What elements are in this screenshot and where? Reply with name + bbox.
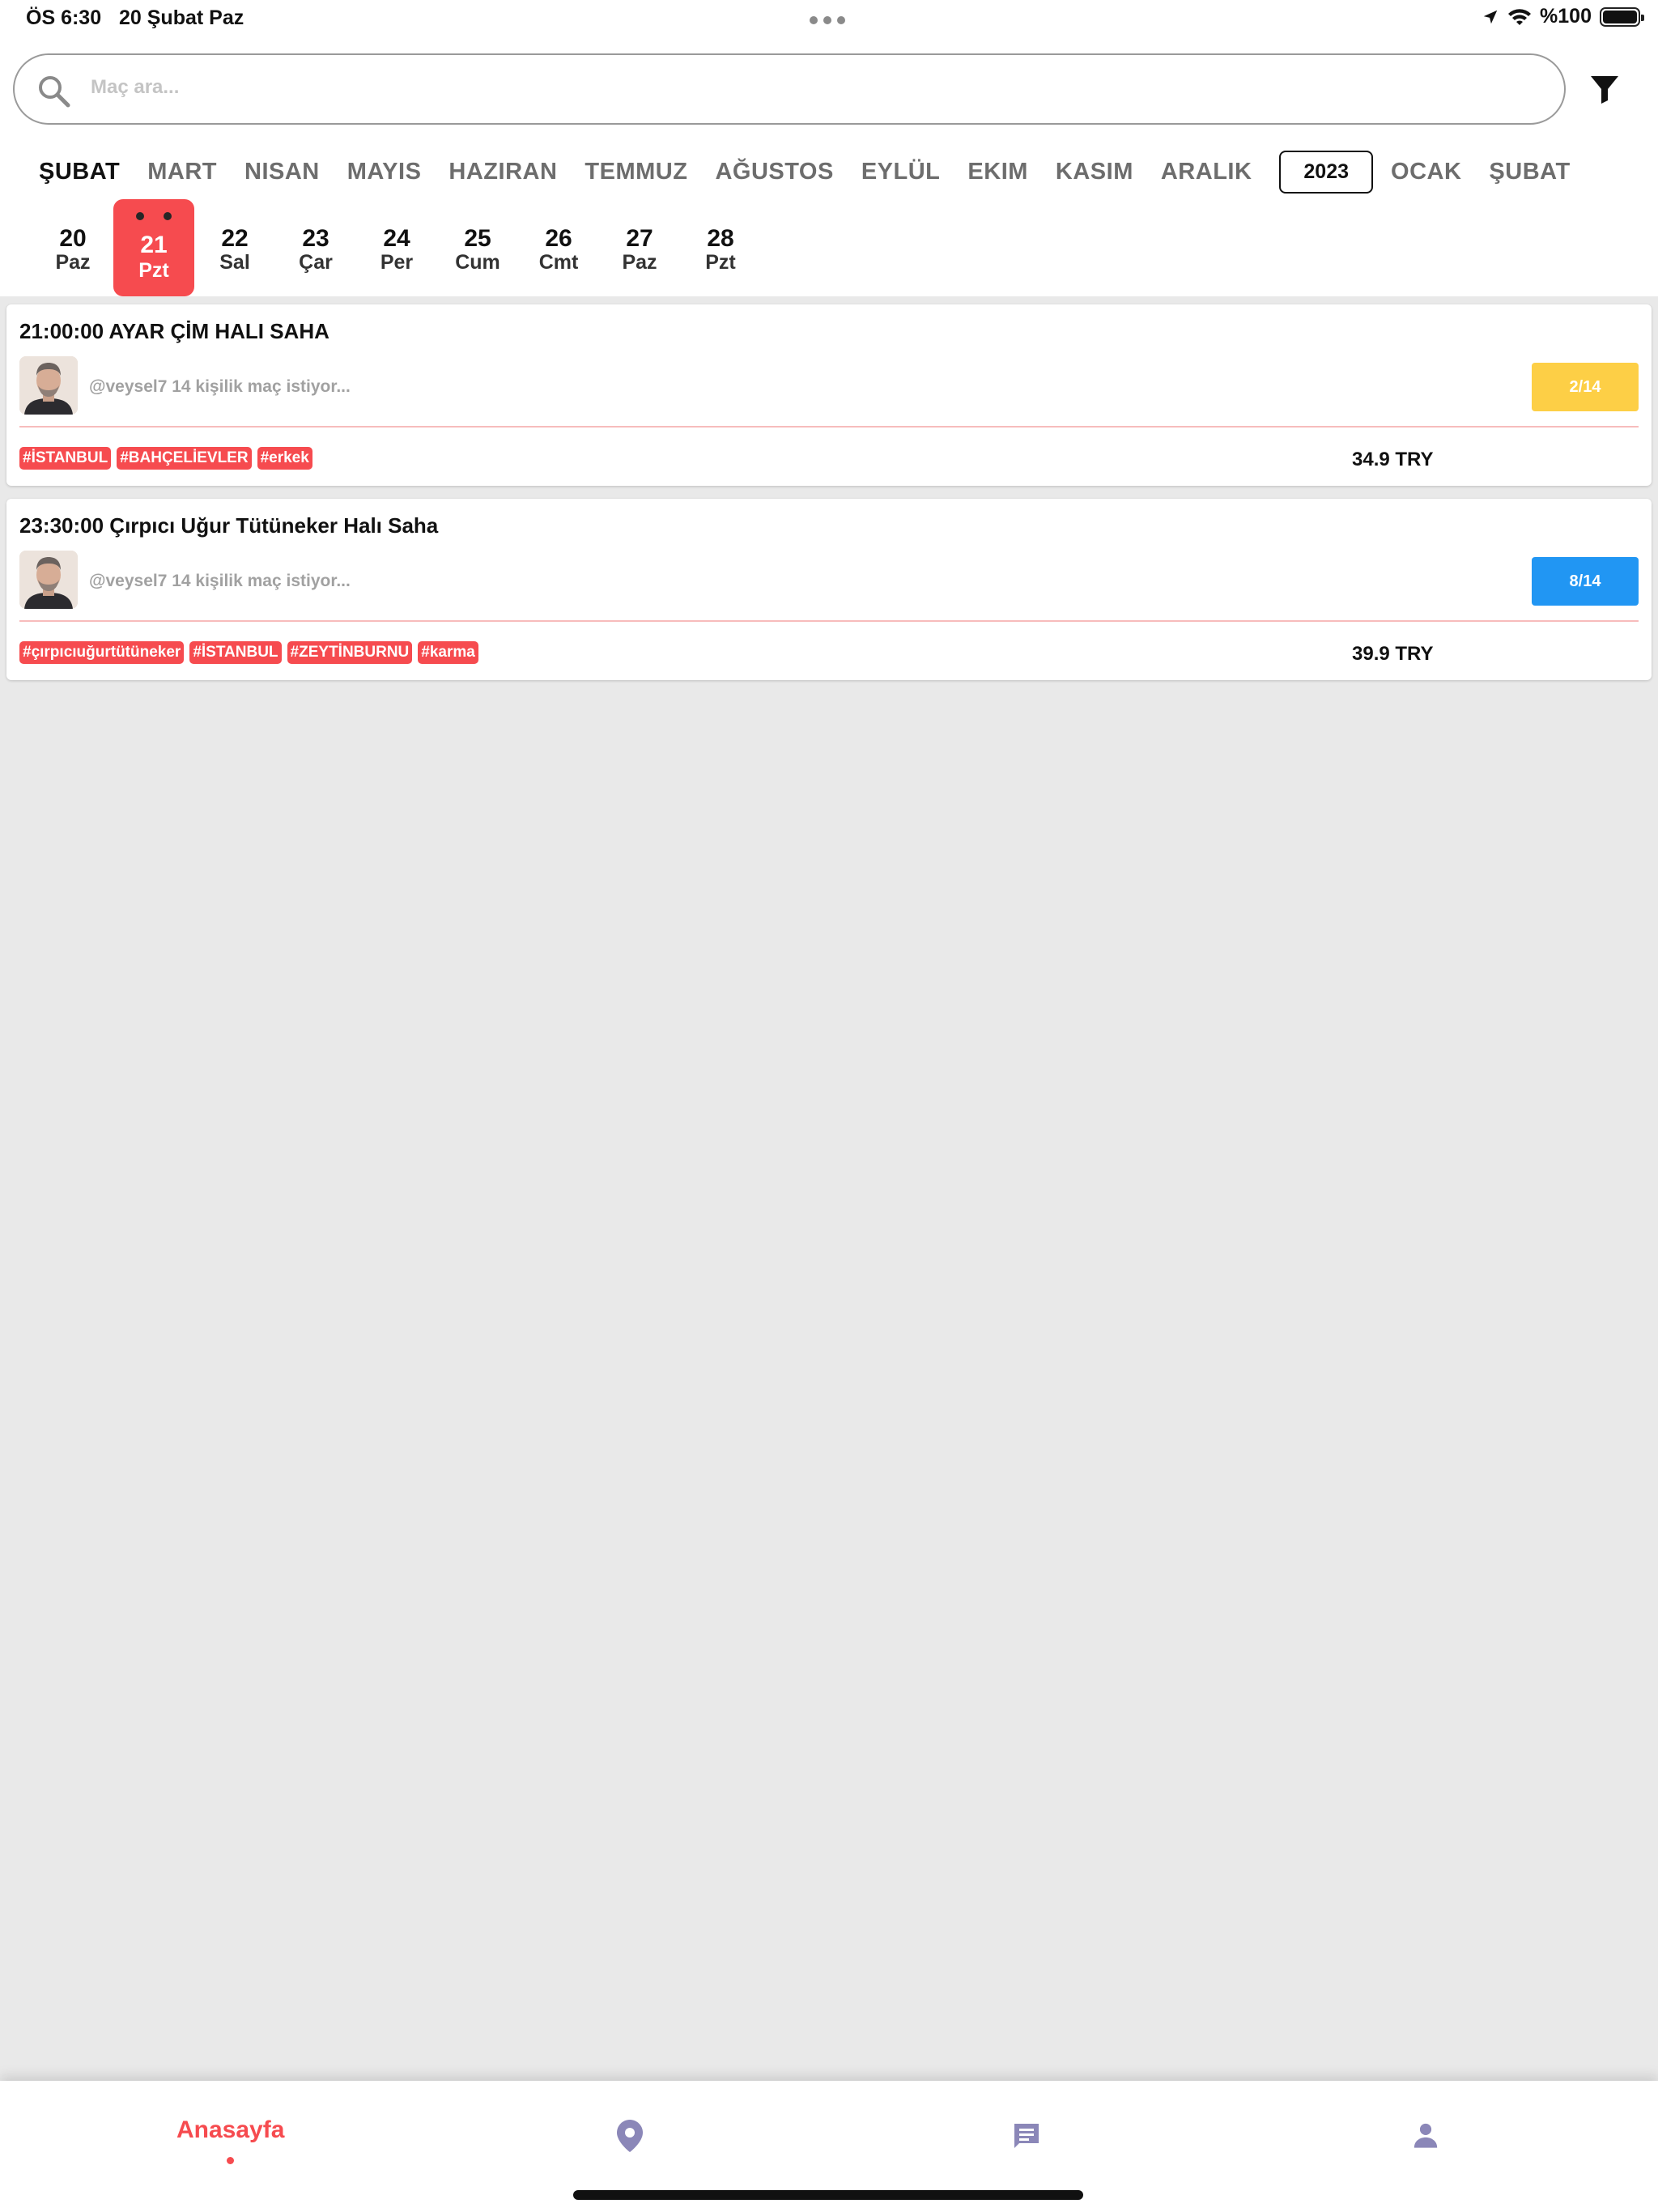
match-title: 23:30:00 Çırpıcı Uğur Tütüneker Halı Sah… bbox=[19, 513, 439, 538]
month-tab[interactable]: MART bbox=[147, 159, 217, 185]
day-weekday: Paz bbox=[622, 251, 657, 274]
tag-list: #İSTANBUL #BAHÇELİEVLER #erkek bbox=[19, 447, 312, 470]
divider bbox=[19, 426, 1639, 428]
multitasking-dots-icon[interactable] bbox=[810, 16, 845, 24]
nav-home-label: Anasayfa bbox=[176, 2116, 285, 2143]
battery-icon bbox=[1600, 6, 1644, 27]
day-item[interactable]: 22 Sal bbox=[194, 199, 275, 296]
month-tab[interactable]: NISAN bbox=[244, 159, 320, 185]
day-weekday: Pzt bbox=[705, 251, 736, 274]
organizer-text: @veysel7 14 kişilik maç istiyor... bbox=[89, 377, 351, 396]
active-indicator-dot bbox=[227, 2157, 234, 2164]
search-input[interactable]: Maç ara... bbox=[91, 76, 179, 99]
month-tab[interactable]: TEMMUZ bbox=[585, 159, 687, 185]
month-tab[interactable]: AĞUSTOS bbox=[715, 159, 833, 185]
day-number: 27 bbox=[626, 225, 653, 252]
day-item[interactable]: 24 Per bbox=[356, 199, 437, 296]
tag[interactable]: #erkek bbox=[257, 447, 312, 470]
day-number: 26 bbox=[545, 225, 572, 252]
tag[interactable]: #ZEYTİNBURNU bbox=[287, 641, 413, 664]
month-tab[interactable]: KASIM bbox=[1056, 159, 1133, 185]
divider bbox=[19, 620, 1639, 622]
status-date: 20 Şubat Paz bbox=[119, 6, 244, 29]
day-number: 28 bbox=[707, 225, 734, 252]
day-number: 21 bbox=[140, 232, 168, 258]
day-number: 20 bbox=[59, 225, 87, 252]
month-tab[interactable]: HAZIRAN bbox=[449, 159, 557, 185]
binder-ring-icon bbox=[164, 212, 172, 220]
month-tab[interactable]: ŞUBAT bbox=[1489, 159, 1570, 185]
day-weekday: Paz bbox=[55, 251, 91, 274]
nav-home[interactable]: Anasayfa bbox=[176, 2116, 285, 2164]
match-title: 21:00:00 AYAR ÇİM HALI SAHA bbox=[19, 319, 329, 343]
day-item[interactable]: 27 Paz bbox=[599, 199, 680, 296]
match-price: 39.9 TRY bbox=[1352, 643, 1434, 665]
filter-icon[interactable] bbox=[1588, 73, 1621, 105]
day-weekday: Sal bbox=[219, 251, 250, 274]
day-number: 22 bbox=[221, 225, 249, 252]
month-tab[interactable]: ARALIK bbox=[1161, 159, 1252, 185]
person-icon[interactable] bbox=[1412, 2121, 1439, 2149]
day-weekday: Cum bbox=[455, 251, 500, 274]
month-tab[interactable]: MAYIS bbox=[347, 159, 422, 185]
player-count-badge: 2/14 bbox=[1532, 363, 1639, 411]
day-item[interactable]: 26 Cmt bbox=[518, 199, 599, 296]
battery-percent: %100 bbox=[1540, 5, 1592, 28]
day-number: 24 bbox=[383, 225, 410, 252]
organizer-text: @veysel7 14 kişilik maç istiyor... bbox=[89, 572, 351, 590]
day-number: 25 bbox=[464, 225, 491, 252]
map-pin-icon[interactable] bbox=[617, 2120, 643, 2152]
match-card[interactable]: 23:30:00 Çırpıcı Uğur Tütüneker Halı Sah… bbox=[6, 499, 1652, 680]
search-bar[interactable]: Maç ara... bbox=[13, 53, 1566, 125]
day-weekday: Çar bbox=[299, 251, 333, 274]
home-indicator[interactable] bbox=[573, 2190, 1083, 2200]
month-tab[interactable]: ŞUBAT bbox=[39, 159, 120, 185]
status-time: ÖS 6:30 bbox=[26, 6, 102, 29]
tag-list: #çırpıcıuğurtütüneker #İSTANBUL #ZEYTİNB… bbox=[19, 641, 478, 664]
day-item-selected[interactable]: 21 Pzt bbox=[113, 199, 194, 296]
avatar[interactable] bbox=[19, 551, 78, 609]
search-icon bbox=[39, 76, 70, 108]
year-badge: 2023 bbox=[1279, 150, 1374, 194]
match-price: 34.9 TRY bbox=[1352, 449, 1434, 470]
month-selector: ŞUBAT MART NISAN MAYIS HAZIRAN TEMMUZ AĞ… bbox=[39, 147, 1598, 196]
binder-ring-icon bbox=[136, 212, 144, 220]
tag[interactable]: #BAHÇELİEVLER bbox=[117, 447, 252, 470]
tag[interactable]: #çırpıcıuğurtütüneker bbox=[19, 641, 185, 664]
status-bar: ÖS 6:30 20 Şubat Paz %100 bbox=[0, 0, 1658, 37]
tag[interactable]: #İSTANBUL bbox=[189, 641, 282, 664]
month-tab[interactable]: EKIM bbox=[967, 159, 1028, 185]
month-tab[interactable]: OCAK bbox=[1391, 159, 1461, 185]
day-item[interactable]: 20 Paz bbox=[32, 199, 113, 296]
location-arrow-icon bbox=[1483, 10, 1498, 23]
day-weekday: Per bbox=[380, 251, 414, 274]
match-card[interactable]: 21:00:00 AYAR ÇİM HALI SAHA @veysel7 14 … bbox=[6, 304, 1652, 486]
month-tab[interactable]: EYLÜL bbox=[861, 159, 941, 185]
day-weekday: Cmt bbox=[538, 251, 579, 274]
day-item[interactable]: 28 Pzt bbox=[680, 199, 761, 296]
avatar[interactable] bbox=[19, 356, 78, 415]
day-weekday: Pzt bbox=[138, 259, 169, 282]
day-item[interactable]: 23 Çar bbox=[275, 199, 356, 296]
day-item[interactable]: 25 Cum bbox=[437, 199, 518, 296]
tag[interactable]: #İSTANBUL bbox=[19, 447, 112, 470]
header: Maç ara... ŞUBAT MART NISAN MAYIS HAZIRA… bbox=[0, 37, 1658, 296]
player-count-badge: 8/14 bbox=[1532, 557, 1639, 606]
wifi-icon bbox=[1508, 8, 1532, 25]
chat-icon[interactable] bbox=[1012, 2121, 1041, 2150]
day-number: 23 bbox=[302, 225, 329, 252]
tag[interactable]: #karma bbox=[418, 641, 478, 664]
